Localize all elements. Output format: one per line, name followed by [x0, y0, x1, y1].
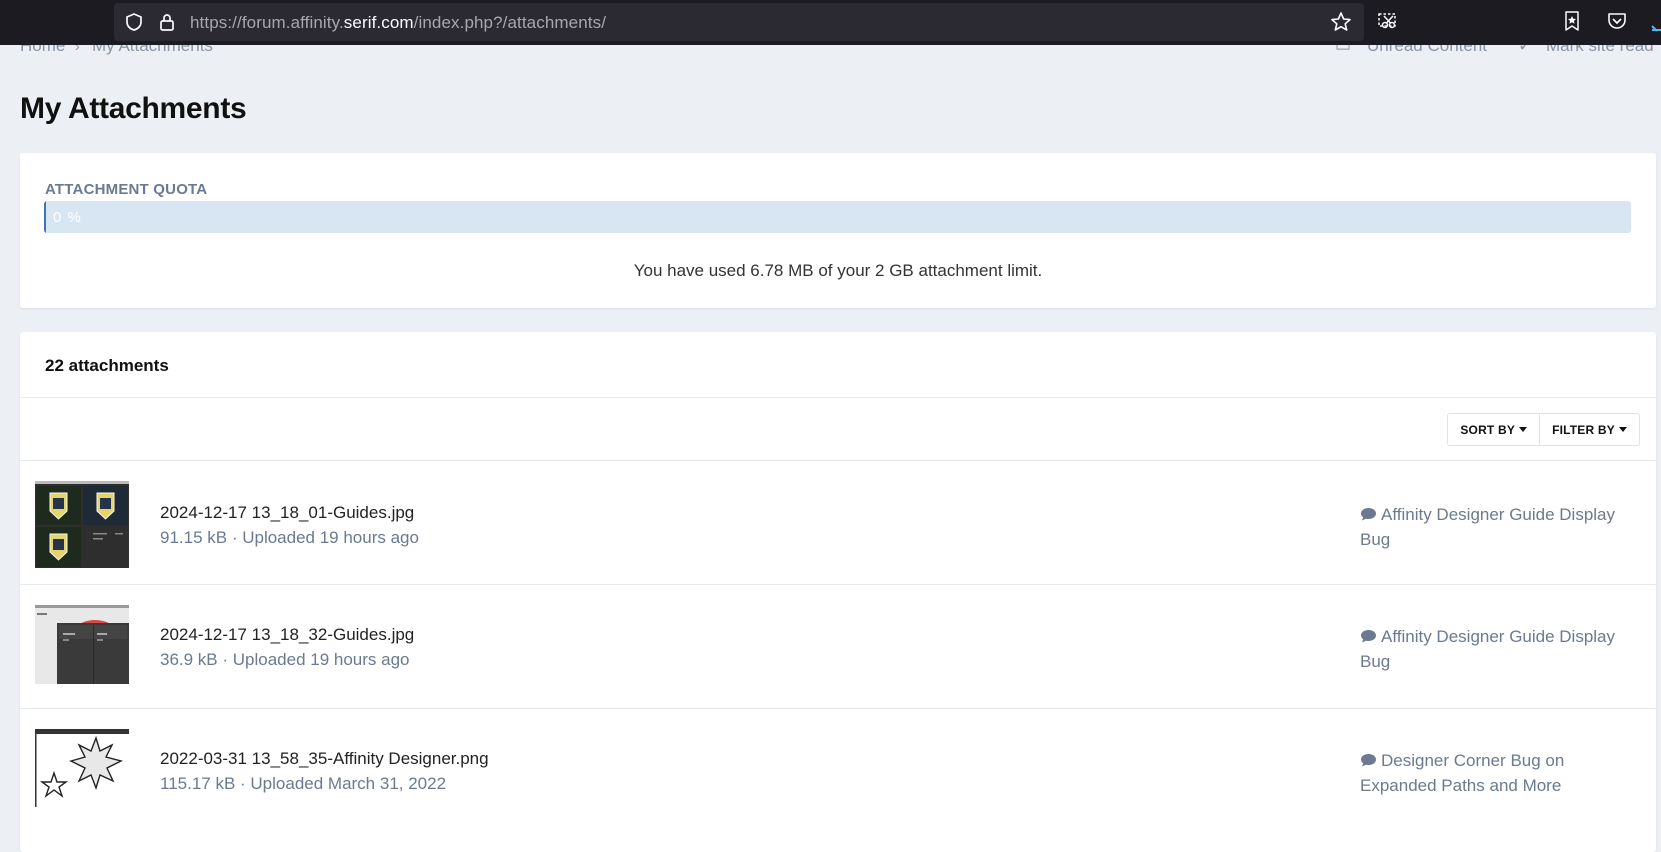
attachment-row[interactable]: 2024-12-17 13_18_01-Guides.jpg 91.15 kB … — [20, 461, 1656, 585]
lock-icon[interactable] — [157, 12, 177, 32]
attachment-topic-link[interactable]: Affinity Designer Guide Display Bug — [1360, 624, 1630, 674]
page-title: My Attachments — [20, 92, 247, 125]
quota-message: You have used 6.78 MB of your 2 GB attac… — [633, 261, 1043, 280]
attachment-topic-text: Affinity Designer Guide Display Bug — [1360, 505, 1616, 549]
filter-by-button[interactable]: FILTER BY — [1539, 414, 1639, 445]
sort-by-label: SORT BY — [1460, 422, 1516, 437]
attachment-quota-card: ATTACHMENT QUOTA 0 % You have used 6.78 … — [20, 153, 1656, 308]
sort-by-button[interactable]: SORT BY — [1448, 414, 1539, 445]
browser-toolbar: https://forum.affinity.serif.com/index.p… — [0, 0, 1661, 45]
quota-progress-fill — [44, 201, 46, 233]
list-header: 22 attachments — [20, 332, 1656, 398]
attachment-file-name[interactable]: 2022-03-31 13_58_35-Affinity Designer.pn… — [160, 749, 489, 769]
comment-icon — [1361, 754, 1376, 767]
attachment-row[interactable]: 2024-12-17 13_18_32-Guides.jpg 36.9 kB ·… — [20, 585, 1656, 709]
url-path: /index.php?/attachments/ — [413, 13, 607, 32]
attachment-topic-link[interactable]: Affinity Designer Guide Display Bug — [1360, 502, 1630, 552]
attachment-row[interactable]: 2022-03-31 13_58_35-Affinity Designer.pn… — [20, 709, 1656, 833]
attachment-thumbnail[interactable] — [35, 481, 129, 568]
caret-down-icon — [1519, 427, 1528, 432]
attachment-count: 22 attachments — [45, 356, 169, 375]
attachment-thumbnail[interactable] — [35, 729, 129, 807]
url-prefix: https://forum.affinity. — [190, 13, 344, 32]
comment-icon — [1361, 630, 1376, 643]
attachment-thumbnail[interactable] — [35, 605, 129, 684]
attachment-meta: 91.15 kB · Uploaded 19 hours ago — [160, 528, 419, 547]
address-bar[interactable]: https://forum.affinity.serif.com/index.p… — [114, 3, 1364, 41]
attachment-file-name[interactable]: 2024-12-17 13_18_32-Guides.jpg — [160, 625, 414, 645]
download-icon[interactable] — [1648, 10, 1661, 32]
sort-filter-group: SORT BY FILTER BY — [1447, 413, 1640, 446]
quota-label: ATTACHMENT QUOTA — [45, 181, 208, 198]
attachments-list-card: 22 attachments SORT BY FILTER BY 2024-12… — [20, 332, 1656, 852]
filter-by-label: FILTER BY — [1552, 422, 1615, 437]
screenshot-icon[interactable] — [1377, 10, 1399, 32]
quota-progress-bar: 0 % — [44, 201, 1631, 233]
attachment-file-name[interactable]: 2024-12-17 13_18_01-Guides.jpg — [160, 503, 414, 523]
attachment-topic-text: Affinity Designer Guide Display Bug — [1360, 627, 1616, 671]
bookmark-star-icon[interactable] — [1330, 11, 1352, 33]
attachment-topic-link[interactable]: Designer Corner Bug on Expanded Paths an… — [1360, 748, 1630, 798]
url-text[interactable]: https://forum.affinity.serif.com/index.p… — [190, 13, 606, 33]
quota-percent: 0 % — [53, 209, 82, 226]
pocket-icon[interactable] — [1606, 10, 1628, 32]
attachment-topic-text: Designer Corner Bug on Expanded Paths an… — [1360, 751, 1565, 795]
shield-icon[interactable] — [124, 12, 144, 32]
attachment-meta: 36.9 kB · Uploaded 19 hours ago — [160, 650, 410, 669]
comment-icon — [1361, 508, 1376, 521]
attachment-meta: 115.17 kB · Uploaded March 31, 2022 — [160, 774, 447, 793]
url-host: serif.com — [343, 13, 414, 32]
list-toolbar: SORT BY FILTER BY — [20, 398, 1656, 461]
caret-down-icon — [1619, 427, 1627, 432]
favorites-icon[interactable] — [1561, 10, 1583, 32]
